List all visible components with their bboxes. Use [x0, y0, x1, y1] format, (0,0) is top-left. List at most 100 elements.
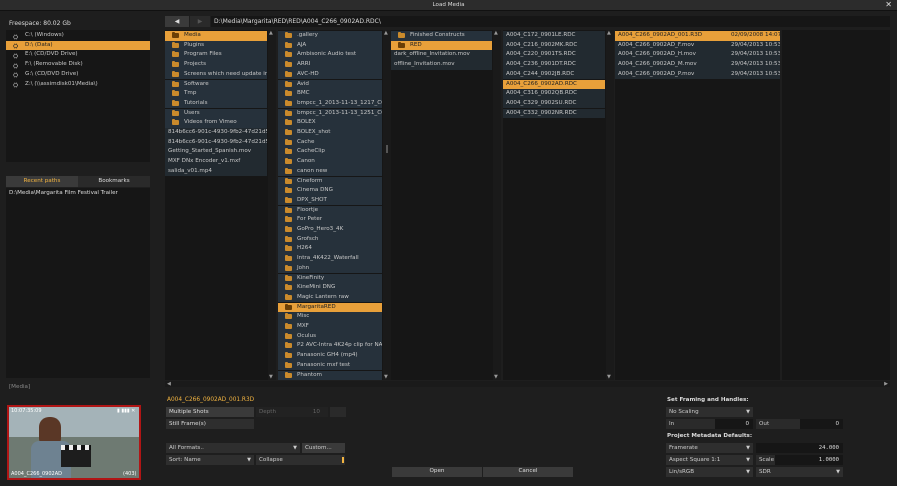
- folder-item[interactable]: DPX_SHOT: [278, 195, 382, 206]
- folder-item[interactable]: Ambisonic Audio test: [278, 50, 382, 60]
- file-item[interactable]: offline_Invitation.mov: [391, 60, 492, 70]
- folder-item[interactable]: Plugins: [165, 40, 267, 51]
- scroll-up-icon[interactable]: ▲: [384, 30, 388, 36]
- folder-item[interactable]: KineMini DNG: [278, 283, 382, 293]
- file-item[interactable]: A004_C216_0902MK.RDC: [503, 40, 605, 51]
- file-item[interactable]: A004_C266_0902AD_F.mov 29/04/2013 10:53: [615, 40, 780, 51]
- folder-item[interactable]: canon new: [278, 166, 382, 177]
- drive-item[interactable]: ⛭ G:\ (CD/DVD Drive): [6, 70, 150, 80]
- folder-item[interactable]: Oculus: [278, 331, 382, 342]
- folder-item[interactable]: Cache: [278, 137, 382, 148]
- forward-button[interactable]: ▶: [190, 16, 210, 27]
- scroll-right-icon[interactable]: ▶: [884, 381, 888, 387]
- scale-field[interactable]: 1.0000: [775, 455, 843, 465]
- multiple-shots-button[interactable]: Multiple Shots: [166, 407, 254, 417]
- folder-item[interactable]: Misc: [278, 312, 382, 322]
- file-item[interactable]: 814b6cc6-901c-4930-9fb2-47d21d521..: [165, 128, 267, 138]
- file-item[interactable]: A004_C172_0901LE.RDC: [503, 31, 605, 41]
- custom-button[interactable]: Custom...: [302, 443, 345, 453]
- file-item[interactable]: A004_C266_0902AD_M.mov 29/04/2013 10:53: [615, 60, 780, 70]
- folder-item[interactable]: KineFinity: [278, 273, 382, 284]
- folder-item[interactable]: AVC-HD: [278, 69, 382, 80]
- folder-item[interactable]: Panasonic GH4 (mp4): [278, 351, 382, 361]
- drive-item[interactable]: ⛭ Z:\ (\\assimdisk01\Media\): [6, 80, 150, 90]
- scroll-down-icon[interactable]: ▼: [269, 374, 273, 380]
- scroll-up-icon[interactable]: ▲: [607, 30, 611, 36]
- file-item[interactable]: A004_C316_0902QB.RDC: [503, 89, 605, 99]
- formats-select[interactable]: All Formats.. ▼: [166, 443, 300, 453]
- scaling-select[interactable]: No Scaling ▼: [666, 407, 753, 417]
- folder-item[interactable]: Tmp: [165, 89, 267, 99]
- folder-item[interactable]: bmpcc_1_2013-11-13_1251_C0..: [278, 108, 382, 119]
- folder-item[interactable]: For Peter: [278, 215, 382, 225]
- folder-item[interactable]: MargaritaRED: [278, 302, 382, 313]
- drive-item[interactable]: ⛭ E:\ (CD/DVD Drive): [6, 50, 150, 60]
- close-icon[interactable]: ✕: [885, 0, 892, 9]
- drive-item[interactable]: ⛭ C:\ (Windows): [6, 31, 150, 41]
- scroll-down-icon[interactable]: ▼: [607, 374, 611, 380]
- still-frames-button[interactable]: Still Frame(s): [166, 419, 254, 429]
- depth-stepper[interactable]: [330, 407, 346, 417]
- folder-item[interactable]: John: [278, 263, 382, 274]
- file-item[interactable]: A004_C329_0902SU.RDC: [503, 98, 605, 109]
- drive-item[interactable]: ⛭ D:\ (Data): [6, 40, 150, 51]
- collapse-toggle[interactable]: Collapse: [256, 455, 345, 465]
- folder-item[interactable]: Avid: [278, 79, 382, 90]
- colorspace-select[interactable]: Lin/sRGB ▼: [666, 467, 753, 477]
- folder-item[interactable]: Intra_4K422_Waterfall: [278, 254, 382, 264]
- file-item[interactable]: dark_offline_Invitation.mov: [391, 50, 492, 60]
- file-item[interactable]: A004_C266_0902AD.RDC: [503, 79, 605, 90]
- framerate-select[interactable]: Framerate ▼: [666, 443, 753, 453]
- file-item[interactable]: salida_v01.mp4: [165, 166, 267, 177]
- file-item[interactable]: A004_C244_0902JB.RDC: [503, 69, 605, 80]
- framerate-field[interactable]: 24.000: [756, 443, 843, 453]
- folder-item[interactable]: Finished Constructs: [391, 31, 492, 41]
- recent-item[interactable]: D:\Media\Margarita Film Festival Trailer: [6, 189, 150, 199]
- in-field[interactable]: 0: [715, 419, 753, 429]
- vertical-scrollbar[interactable]: ▲ ▼: [493, 30, 501, 380]
- folder-item[interactable]: P2 AVC-Intra 4K24p clip for NAB..: [278, 341, 382, 351]
- file-item[interactable]: MXF DNx Encoder_v1.mxf: [165, 157, 267, 167]
- folder-item[interactable]: GoPro_Hero3_4K: [278, 225, 382, 235]
- folder-item[interactable]: Canon: [278, 157, 382, 167]
- scroll-down-icon[interactable]: ▼: [384, 374, 388, 380]
- tab-bookmarks[interactable]: Bookmarks: [78, 176, 150, 187]
- folder-item[interactable]: H264: [278, 244, 382, 254]
- back-button[interactable]: ◀: [165, 16, 189, 27]
- vertical-scrollbar[interactable]: ▲ ▼: [606, 30, 614, 380]
- file-item[interactable]: 814b6cc6-901c-4930-9fb2-47d21d521..: [165, 137, 267, 148]
- folder-item[interactable]: Magic Lantern raw: [278, 292, 382, 303]
- folder-item[interactable]: Program Files: [165, 50, 267, 60]
- folder-item[interactable]: Floortje: [278, 205, 382, 216]
- folder-item[interactable]: Cineform: [278, 176, 382, 187]
- folder-item[interactable]: BOLEX: [278, 118, 382, 128]
- folder-item[interactable]: Users: [165, 108, 267, 119]
- file-item[interactable]: A004_C332_0902NR.RDC: [503, 108, 605, 119]
- file-item[interactable]: Getting_Started_Spanish.mov: [165, 147, 267, 157]
- folder-item[interactable]: Grofsch: [278, 234, 382, 245]
- aspect-select[interactable]: Aspect Square 1:1 ▼: [666, 455, 753, 465]
- folder-item[interactable]: bmpcc_1_2013-11-13_1217_C0..: [278, 98, 382, 109]
- file-item[interactable]: A004_C220_0901TS.RDC: [503, 50, 605, 60]
- file-item[interactable]: A004_C266_0902AD_H.mov 29/04/2013 10:53: [615, 50, 780, 60]
- folder-item[interactable]: Projects: [165, 60, 267, 70]
- folder-item[interactable]: Tutorials: [165, 98, 267, 109]
- folder-item[interactable]: BOLEX_shot: [278, 128, 382, 138]
- vertical-scrollbar[interactable]: ▲ ▼: [268, 30, 276, 380]
- tab-recent-paths[interactable]: Recent paths: [6, 176, 78, 187]
- vertical-scrollbar[interactable]: ▲ ▼: [383, 30, 391, 380]
- scroll-up-icon[interactable]: ▲: [269, 30, 273, 36]
- folder-item[interactable]: Videos from Vimeo: [165, 118, 267, 128]
- horizontal-scrollbar[interactable]: ◀ ▶: [165, 381, 890, 387]
- path-field[interactable]: D:\Media\Margarita\RED\RED\A004_C266_090…: [211, 16, 890, 27]
- folder-item[interactable]: ARRI: [278, 60, 382, 70]
- folder-item[interactable]: Media: [165, 31, 267, 41]
- file-item[interactable]: A004_C266_0902AD_P.mov 29/04/2013 10:53: [615, 69, 780, 80]
- scroll-down-icon[interactable]: ▼: [494, 374, 498, 380]
- out-field[interactable]: 0: [800, 419, 843, 429]
- folder-item[interactable]: Cinema DNG: [278, 186, 382, 196]
- folder-item[interactable]: Panasonic mxf test: [278, 360, 382, 371]
- sort-select[interactable]: Sort: Name ▼: [166, 455, 254, 465]
- drive-item[interactable]: ⛭ F:\ (Removable Disk): [6, 60, 150, 70]
- folder-item[interactable]: BMC: [278, 89, 382, 99]
